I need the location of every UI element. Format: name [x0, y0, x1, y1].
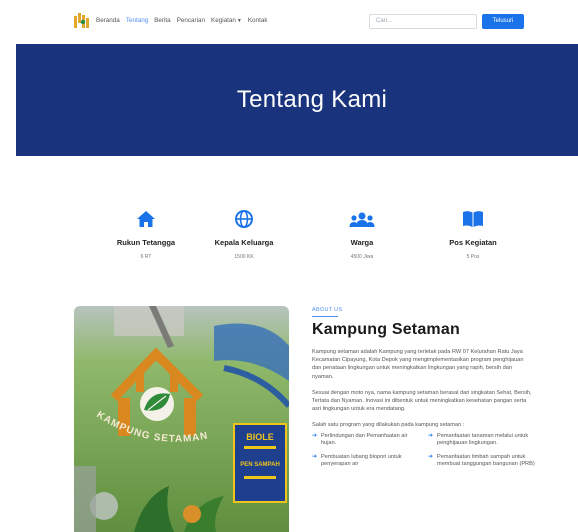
kampung-setaman-mural-photo: KAMPUNG SETAMAN BIOLE PEN SAMPAH	[74, 306, 289, 532]
eyebrow-underline	[312, 316, 338, 317]
nav-item-kegiatan[interactable]: Kegiatan▼	[211, 17, 242, 24]
nav-item-kegiatan-label: Kegiatan	[211, 17, 236, 24]
nav-item-tentang[interactable]: Tentang	[126, 17, 148, 24]
about-section: ABOUT US Kampung Setaman Kampung setaman…	[312, 307, 535, 469]
program-list: ➔ Perlindungan dan Pemanfaatan air hujan.…	[312, 433, 535, 469]
stat-label: Kepala Keluarga	[214, 238, 274, 247]
navbar: Beranda Tentang Berita Pencarian Kegiata…	[0, 0, 578, 42]
search-input[interactable]: Cari...	[369, 14, 477, 29]
stat-pos-kegiatan: Pos Kegiatan 5 Pos	[413, 204, 533, 260]
users-icon	[302, 204, 422, 228]
list-item: ➔ Pemanfaatan tanaman melalui untuk pengh…	[428, 433, 538, 448]
about-paragraph-2: Sesuai dengan moto nya, nama kampung set…	[312, 389, 532, 413]
stat-kepala-keluarga: Kepala Keluarga 1500 KK	[184, 204, 304, 260]
section-eyebrow: ABOUT US	[312, 307, 343, 313]
sign-subtitle: PEN SAMPAH	[240, 462, 280, 468]
page-title: Tentang Kami	[236, 86, 388, 113]
about-paragraph-1: Kampung setaman adalah Kampung yang terl…	[312, 349, 524, 380]
arrow-right-icon: ➔	[312, 453, 318, 460]
arrow-right-icon: ➔	[428, 453, 434, 460]
list-item-text: Perlindungan dan Pemanfaatan air hujan.	[321, 432, 408, 447]
stat-value: 4500 Jiwa	[350, 254, 374, 260]
section-title: Kampung Setaman	[312, 321, 460, 338]
list-item-text: Pemanfaatan tanaman melalui untuk penghi…	[437, 432, 529, 447]
sign-title: BIOLE	[246, 432, 274, 442]
nav-item-berita[interactable]: Berita	[154, 17, 170, 24]
stat-label: Pos Kegiatan	[449, 238, 497, 247]
nav-item-pencarian[interactable]: Pencarian	[177, 17, 205, 24]
arrow-right-icon: ➔	[428, 432, 434, 439]
about-paragraph-3: Salah satu program yang dilakukan pada k…	[312, 422, 465, 429]
chevron-down-icon: ▼	[236, 18, 242, 24]
stat-value: 1500 KK	[234, 254, 254, 260]
search-button[interactable]: Telusuri	[482, 14, 524, 29]
stat-warga: Warga 4500 Jiwa	[302, 204, 422, 260]
book-icon	[413, 204, 533, 228]
nav-item-beranda[interactable]: Beranda	[96, 17, 120, 24]
globe-icon	[184, 204, 304, 228]
arrow-right-icon: ➔	[312, 432, 318, 439]
stat-value: 5 Pos	[466, 254, 480, 260]
logo-icon[interactable]	[74, 13, 90, 28]
main-nav: Beranda Tentang Berita Pencarian Kegiata…	[96, 17, 267, 24]
list-item: ➔ Pembuatan lubang biopori untuk penyerap…	[312, 454, 422, 469]
stat-label: Warga	[350, 238, 374, 247]
list-item: ➔ Perlindungan dan Pemanfaatan air hujan.	[312, 433, 422, 448]
nav-item-kontak[interactable]: Kontak	[248, 17, 268, 24]
list-item-text: Pemanfaatan timbah sampah untuk membuat …	[437, 453, 535, 468]
list-item: ➔ Pemanfaatan timbah sampah untuk membuat…	[428, 454, 538, 469]
list-item-text: Pembuatan lubang biopori untuk penyerapa…	[321, 453, 402, 468]
hero-banner: Tentang Kami	[16, 44, 578, 156]
